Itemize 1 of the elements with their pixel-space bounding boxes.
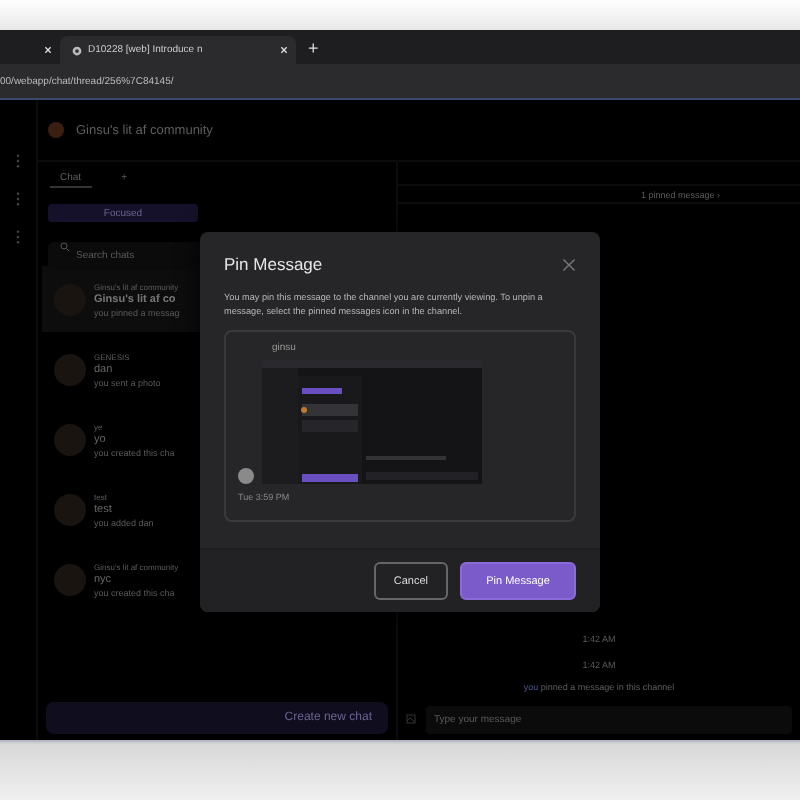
dialog-title: Pin Message	[224, 254, 323, 274]
